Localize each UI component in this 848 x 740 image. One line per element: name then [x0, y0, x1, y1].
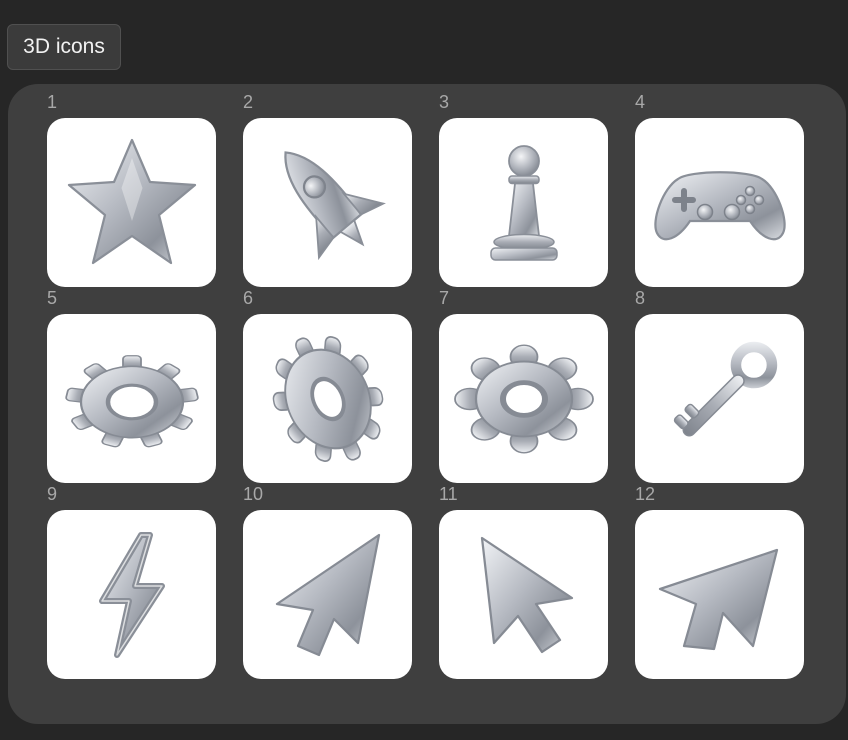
icon-number: 6 — [243, 288, 254, 308]
gear-donut-icon — [449, 324, 599, 474]
icon-tile[interactable] — [635, 118, 804, 287]
icon-number: 8 — [635, 288, 646, 308]
cursor-arrow-tilted-icon — [645, 520, 795, 670]
gear-icon — [57, 324, 207, 474]
icon-tile[interactable] — [243, 314, 412, 483]
icon-tile[interactable] — [439, 510, 608, 679]
icon-tile[interactable] — [635, 314, 804, 483]
icon-tile[interactable] — [243, 118, 412, 287]
icon-tile[interactable] — [635, 510, 804, 679]
icon-number: 4 — [635, 92, 646, 112]
icon-cell: 3 — [439, 92, 608, 288]
icon-tile[interactable] — [47, 118, 216, 287]
icon-cell: 2 — [243, 92, 412, 288]
key-icon — [645, 324, 795, 474]
icon-number: 3 — [439, 92, 450, 112]
icon-cell: 6 — [243, 288, 412, 484]
icon-cell: 11 — [439, 484, 608, 680]
icon-tile[interactable] — [47, 510, 216, 679]
icon-number: 1 — [47, 92, 58, 112]
icon-number: 11 — [439, 484, 458, 504]
icon-number: 2 — [243, 92, 254, 112]
rocket-icon — [253, 128, 403, 278]
cursor-arrow-icon — [253, 520, 403, 670]
icon-number: 12 — [635, 484, 656, 504]
icon-tile[interactable] — [47, 314, 216, 483]
gear-tilted-icon — [253, 324, 403, 474]
icon-number: 9 — [47, 484, 58, 504]
lightning-bolt-icon — [57, 520, 207, 670]
chess-pawn-icon — [449, 128, 599, 278]
3d-icons-button[interactable]: 3D icons — [7, 24, 121, 70]
icon-cell: 10 — [243, 484, 412, 680]
icon-number: 5 — [47, 288, 58, 308]
icon-tile[interactable] — [243, 510, 412, 679]
icon-tile[interactable] — [439, 314, 608, 483]
icon-cell: 12 — [635, 484, 804, 680]
icon-tile[interactable] — [439, 118, 608, 287]
icon-number: 7 — [439, 288, 450, 308]
star-icon — [57, 128, 207, 278]
icon-cell: 5 — [47, 288, 216, 484]
icon-cell: 4 — [635, 92, 804, 288]
game-controller-icon — [645, 128, 795, 278]
icon-cell: 1 — [47, 92, 216, 288]
icon-grid-panel: 1 2 3 4 5 6 7 8 9 10 11 12 — [8, 84, 846, 724]
icon-cell: 8 — [635, 288, 804, 484]
icon-cell: 7 — [439, 288, 608, 484]
cursor-arrow-icon — [449, 520, 599, 670]
icon-number: 10 — [243, 484, 264, 504]
icon-cell: 9 — [47, 484, 216, 680]
